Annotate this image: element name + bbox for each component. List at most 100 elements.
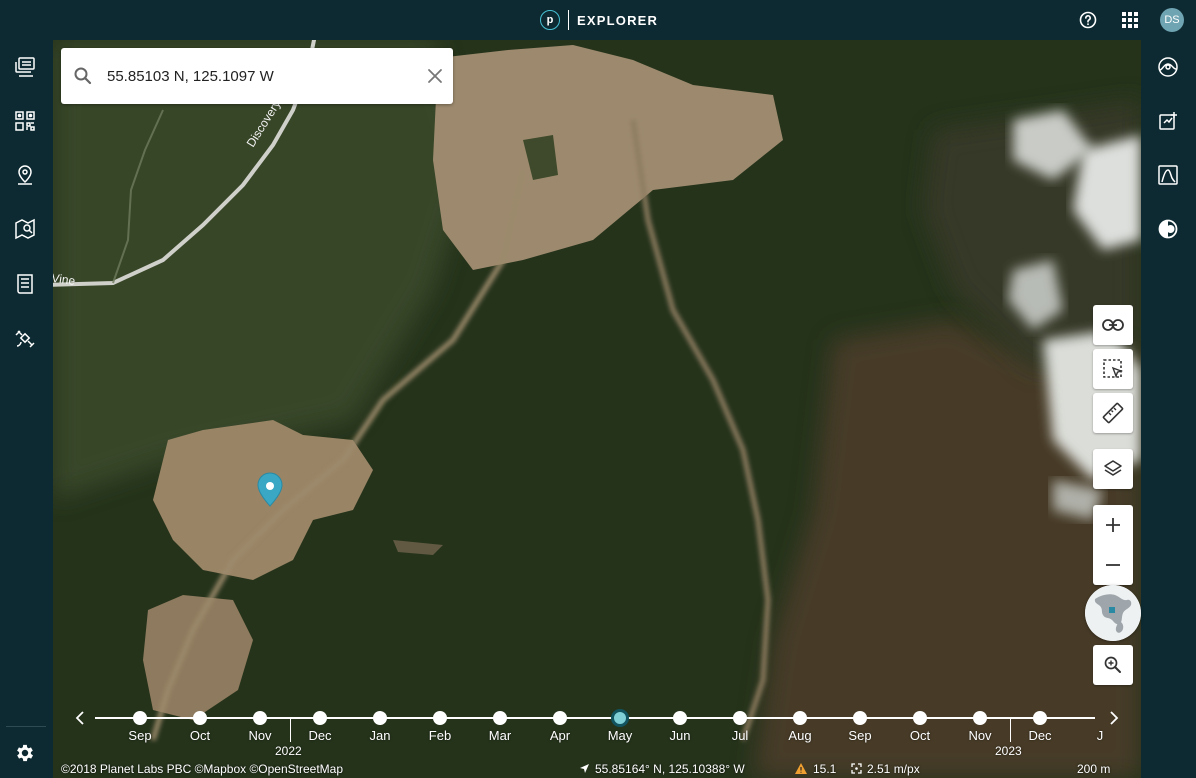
right-sidebar [1141,40,1196,778]
road-label-vine: Vine [53,271,76,288]
help-icon[interactable] [1078,10,1098,30]
timeline-dot[interactable] [733,711,747,725]
zoom-in-button[interactable] [1093,505,1133,545]
basemap-layers-button[interactable] [1093,449,1133,489]
zoom-controls [1093,505,1133,585]
timeline-month-label[interactable]: Dec [1015,728,1065,743]
select-area-button[interactable] [1093,349,1133,389]
minus-icon [1106,564,1120,566]
timeline-month-label[interactable]: Feb [415,728,465,743]
top-bar: p EXPLORER DS [0,0,1196,40]
planet-logo-icon[interactable]: p [540,10,560,30]
warning-icon [795,763,807,774]
close-icon[interactable] [425,66,445,86]
resolution-icon [851,763,862,774]
app-title: EXPLORER [577,12,659,28]
timeline-dot[interactable] [313,711,327,725]
timeline-month-label[interactable]: Apr [535,728,585,743]
timeline-month-label[interactable]: Sep [115,728,165,743]
timeline-month-label[interactable]: Jan [355,728,405,743]
share-link-button[interactable] [1093,305,1133,345]
status-bar: ©2018 Planet Labs PBC ©Mapbox ©OpenStree… [53,760,1141,778]
scale-readout: 200 m [1077,762,1111,776]
timeline-track [95,717,1095,719]
chart-icon[interactable] [1150,157,1186,193]
timeline-month-label[interactable]: Mar [475,728,525,743]
resolution-readout: 2.51 m/px [851,762,920,776]
brightness-icon[interactable] [1150,211,1186,247]
explorer-app: p EXPLORER DS Discovery Vine 55.85103 N,… [0,0,1196,778]
search-bar [61,48,453,104]
zoom-out-button[interactable] [1093,545,1133,585]
timeline: Sep Oct Nov Dec Jan Feb Mar Apr May Jun Jul Aug Sep O… [53,700,1141,758]
mosaic-grid-icon[interactable] [7,103,43,139]
analysis-icon[interactable] [1150,49,1186,85]
timeline-month-label[interactable]: Oct [175,728,225,743]
timeline-dot[interactable] [253,711,267,725]
coordinates-value: 55.85164° N, 125.10388° W [595,762,745,776]
link-icon [1102,319,1124,331]
ruler-icon [1102,402,1124,424]
timeline-dot[interactable] [193,711,207,725]
gear-icon[interactable] [7,735,43,771]
compare-icon[interactable] [1150,103,1186,139]
attribution-text[interactable]: ©2018 Planet Labs PBC ©Mapbox ©OpenStree… [61,762,343,776]
year-label-2022: 2022 [275,744,302,758]
globe-icon [1085,585,1141,641]
timeline-dot[interactable] [913,711,927,725]
brand: p EXPLORER [540,9,658,31]
timeline-month-label[interactable]: Nov [235,728,285,743]
timeline-next-icon[interactable] [1106,709,1122,727]
navigation-arrow-icon [580,764,589,773]
select-area-icon [1103,359,1124,378]
cursor-coordinates: 55.85164° N, 125.10388° W [579,762,745,776]
tasking-satellite-icon[interactable] [7,320,43,356]
orders-list-icon[interactable] [7,266,43,302]
timeline-dot[interactable] [793,711,807,725]
timeline-dot[interactable] [553,711,567,725]
layers-stack-icon[interactable] [7,49,43,85]
zoom-to-button[interactable] [1093,645,1133,685]
timeline-dot[interactable] [493,711,507,725]
timeline-dot[interactable] [853,711,867,725]
timeline-month-label[interactable]: Nov [955,728,1005,743]
places-pin-icon[interactable] [7,157,43,193]
left-sidebar [0,40,53,778]
plus-icon [1106,518,1120,532]
sidebar-divider [6,726,46,727]
layers-icon [1104,460,1122,476]
cloud-value: 15.1 [813,762,837,776]
timeline-month-label[interactable]: Jul [715,728,765,743]
measure-button[interactable] [1093,393,1133,433]
timeline-month-label[interactable]: Oct [895,728,945,743]
timeline-month-label[interactable]: Dec [295,728,345,743]
timeline-dot[interactable] [673,711,687,725]
apps-grid-icon[interactable] [1120,10,1140,30]
timeline-dot[interactable] [433,711,447,725]
timeline-dot[interactable] [611,709,629,727]
timeline-month-label[interactable]: J [1075,728,1125,743]
timeline-month-label[interactable]: Jun [655,728,705,743]
timeline-month-label[interactable]: Sep [835,728,885,743]
year-tick [290,718,291,742]
map-area-icon[interactable] [7,211,43,247]
zoom-search-icon [1104,656,1121,673]
search-input[interactable] [107,62,407,90]
timeline-prev-icon[interactable] [72,709,88,727]
timeline-month-label[interactable]: Aug [775,728,825,743]
timeline-month-label[interactable]: May [595,728,645,743]
globe-minimap[interactable] [1085,585,1141,641]
timeline-dot[interactable] [133,711,147,725]
resolution-value: 2.51 m/px [867,762,920,776]
search-icon[interactable] [73,66,93,86]
timeline-dot[interactable] [1033,711,1047,725]
satellite-imagery: Discovery Vine [53,40,1141,778]
year-label-2023: 2023 [995,744,1022,758]
year-tick [1010,718,1011,742]
cloud-cover: 15.1 [795,762,836,776]
satellite-map[interactable]: Discovery Vine [53,40,1141,778]
brand-divider [568,10,569,30]
timeline-dot[interactable] [973,711,987,725]
user-avatar[interactable]: DS [1160,8,1184,32]
timeline-dot[interactable] [373,711,387,725]
